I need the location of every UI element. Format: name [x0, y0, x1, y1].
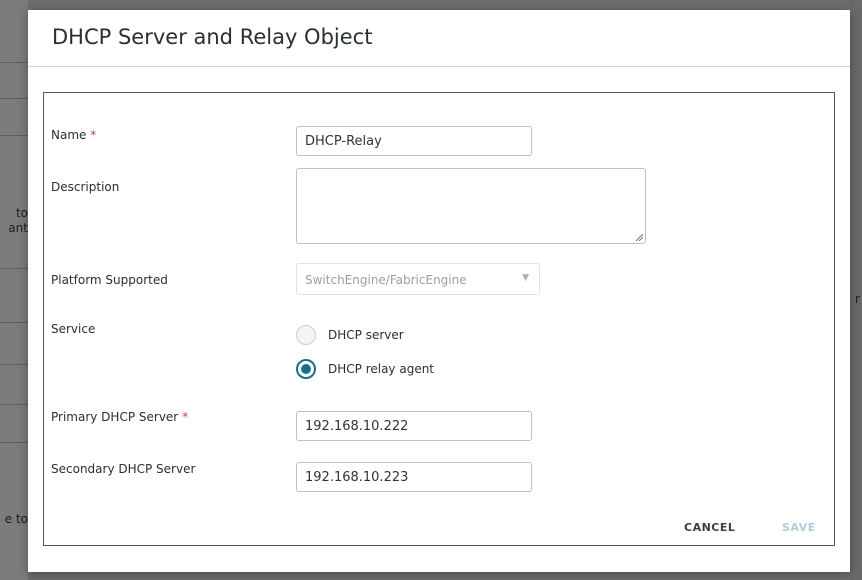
background-text: e to [4, 512, 28, 526]
background-text: to [15, 206, 28, 220]
background-divider [0, 364, 28, 365]
secondary-server-label: Secondary DHCP Server [51, 462, 196, 476]
name-label: Name * [51, 128, 96, 142]
platform-select-value: SwitchEngine/FabricEngine [305, 273, 467, 287]
radio-button-checked[interactable] [296, 359, 316, 379]
required-marker: * [90, 128, 97, 142]
secondary-server-input[interactable]: 192.168.10.223 [296, 462, 532, 492]
name-label-text: Name [51, 128, 87, 142]
background-left-panel [0, 0, 28, 580]
dialog-title: DHCP Server and Relay Object [52, 25, 373, 49]
save-button[interactable]: SAVE [782, 521, 816, 534]
background-text: ant [8, 221, 28, 235]
required-marker: * [182, 410, 189, 424]
radio-label: DHCP relay agent [328, 362, 435, 376]
dhcp-form: Name * DHCP-Relay Description Platform S… [43, 92, 835, 546]
radio-dot-icon [301, 364, 311, 374]
platform-label: Platform Supported [51, 273, 168, 287]
description-label: Description [51, 180, 120, 194]
description-textarea[interactable] [296, 168, 646, 244]
background-text: r [855, 292, 860, 306]
chevron-down-icon: ▼ [522, 273, 529, 283]
background-right-panel [850, 0, 862, 580]
background-divider [0, 62, 28, 63]
radio-dhcp-server[interactable]: DHCP server [296, 323, 404, 347]
radio-label: DHCP server [328, 328, 404, 342]
background-divider [0, 135, 28, 136]
name-input[interactable]: DHCP-Relay [296, 126, 532, 156]
background-divider [0, 442, 28, 443]
radio-dhcp-relay-agent[interactable]: DHCP relay agent [296, 357, 434, 381]
primary-server-value: 192.168.10.222 [305, 419, 409, 434]
primary-server-label-text: Primary DHCP Server [51, 410, 179, 424]
radio-button-unchecked[interactable] [296, 325, 316, 345]
cancel-button[interactable]: CANCEL [684, 521, 735, 534]
background-divider [0, 404, 28, 405]
resize-grip-icon[interactable] [635, 233, 643, 241]
name-input-value: DHCP-Relay [305, 134, 382, 149]
background-divider [0, 98, 28, 99]
platform-select[interactable]: SwitchEngine/FabricEngine ▼ [296, 263, 540, 295]
dhcp-dialog: DHCP Server and Relay Object Name * DHCP… [28, 10, 850, 572]
dialog-header: DHCP Server and Relay Object [28, 10, 850, 67]
background-divider [0, 268, 28, 269]
primary-server-input[interactable]: 192.168.10.222 [296, 411, 532, 441]
service-label: Service [51, 322, 96, 336]
secondary-server-value: 192.168.10.223 [305, 470, 409, 485]
primary-server-label: Primary DHCP Server * [51, 410, 188, 424]
background-divider [0, 322, 28, 323]
